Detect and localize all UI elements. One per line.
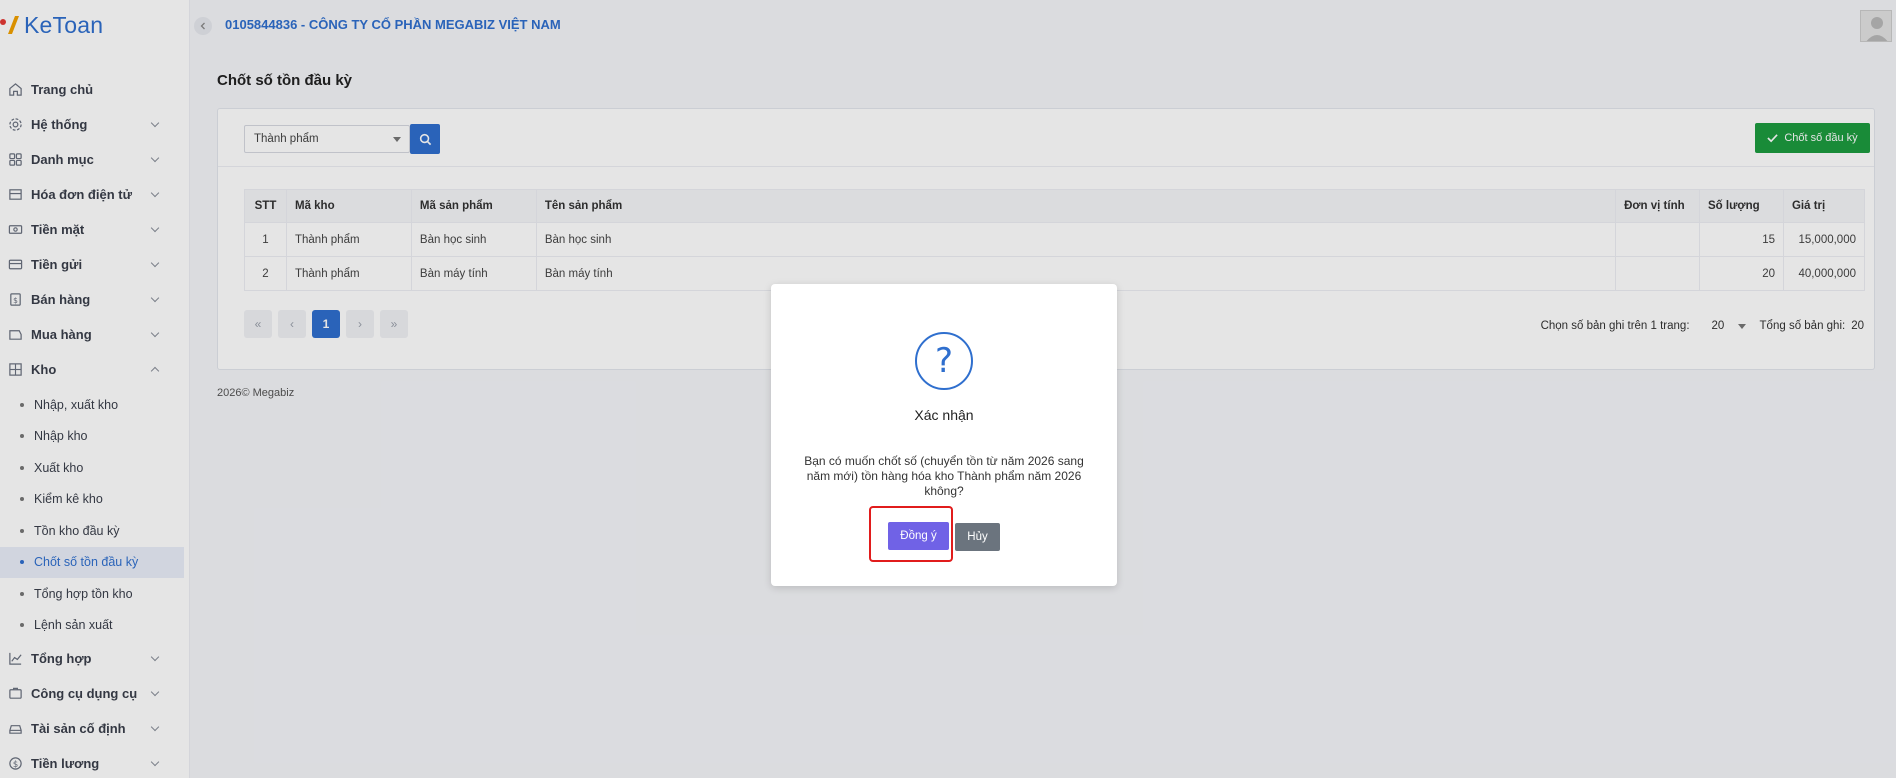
dialog-message: Bạn có muốn chốt số (chuyển tồn từ năm 2…	[804, 454, 1084, 498]
dialog-title: Xác nhận	[914, 407, 974, 423]
cancel-button[interactable]: Hủy	[955, 523, 1000, 551]
question-icon: ?	[915, 332, 973, 390]
confirm-button[interactable]: Đồng ý	[888, 522, 949, 550]
confirm-dialog: ? Xác nhận Bạn có muốn chốt số (chuyển t…	[771, 284, 1117, 586]
